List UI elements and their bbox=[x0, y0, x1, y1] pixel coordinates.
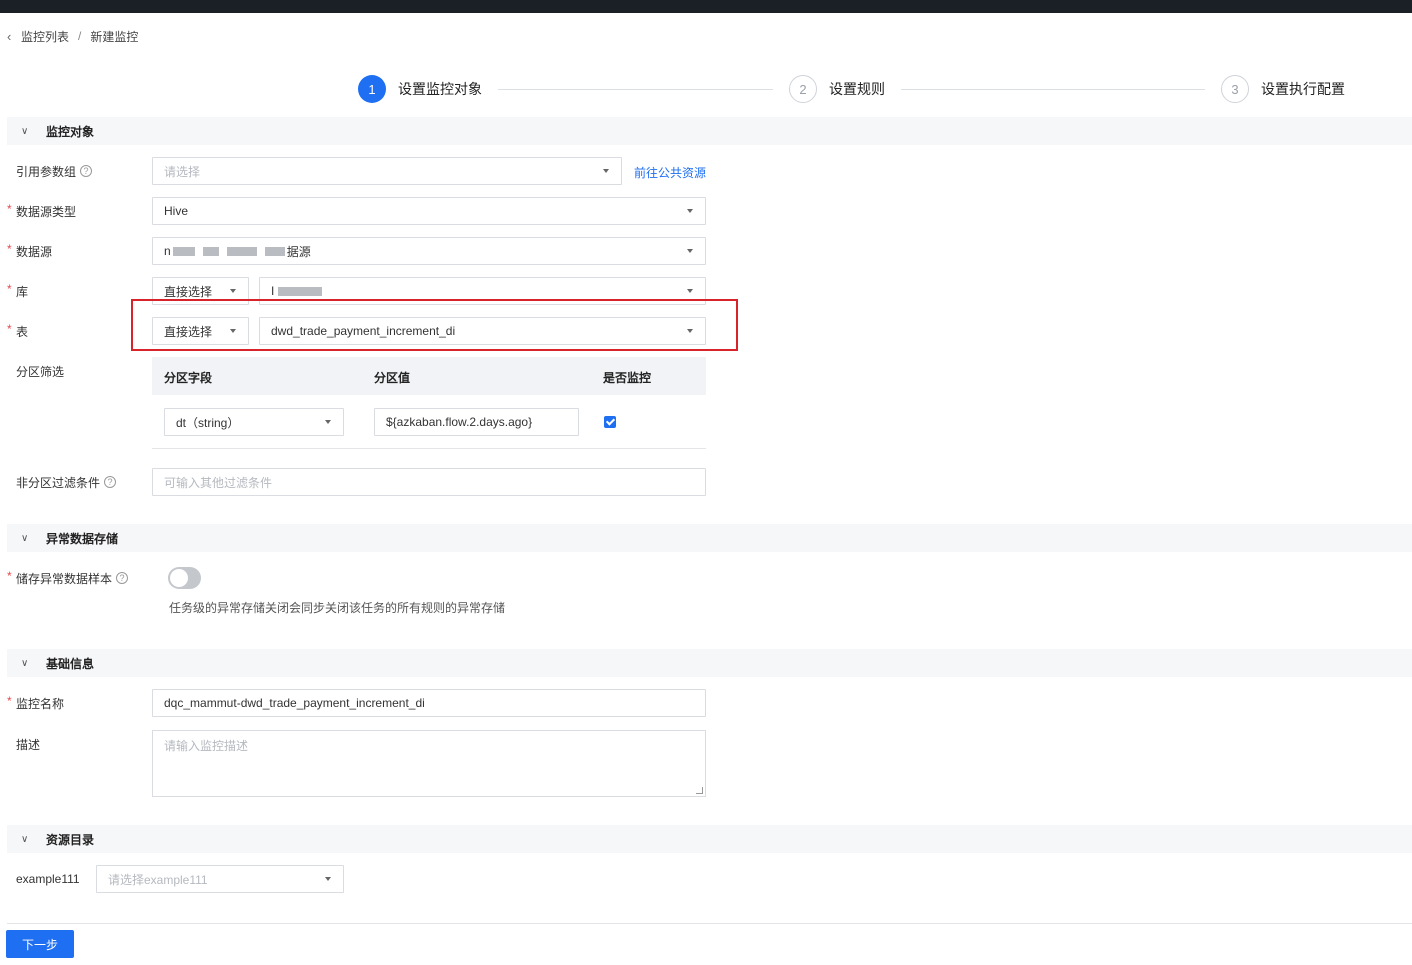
step-3-number: 3 bbox=[1221, 75, 1249, 103]
caret-down-icon bbox=[687, 249, 693, 253]
monitor-name-input[interactable]: dqc_mammut-dwd_trade_payment_increment_d… bbox=[152, 689, 706, 717]
step-2: 2 设置规则 bbox=[789, 74, 885, 104]
param-group-label: 引用参数组 ? bbox=[7, 157, 93, 185]
step-1: 1 设置监控对象 bbox=[358, 74, 482, 104]
step-connector bbox=[498, 89, 773, 90]
non-partition-filter-placeholder: 可输入其他过滤条件 bbox=[164, 475, 273, 490]
datasource-value-suffix: 据源 bbox=[286, 244, 311, 259]
breadcrumb-parent[interactable]: 监控列表 bbox=[21, 28, 69, 45]
redacted-text bbox=[202, 246, 219, 256]
caret-down-icon bbox=[687, 209, 693, 213]
partition-table-divider bbox=[152, 448, 706, 449]
catalog-select[interactable]: 请选择example111 bbox=[96, 865, 344, 893]
datasource-type-value: Hive bbox=[164, 204, 189, 218]
caret-down-icon bbox=[687, 289, 693, 293]
store-sample-label: * 储存异常数据样本 ? bbox=[7, 564, 129, 592]
goto-public-resources-link[interactable]: 前往公共资源 bbox=[634, 164, 706, 181]
redacted-text bbox=[278, 286, 323, 296]
step-3: 3 设置执行配置 bbox=[1221, 74, 1345, 104]
description-label: 描述 bbox=[16, 737, 41, 752]
partition-value-text: ${azkaban.flow.2.days.ago} bbox=[386, 415, 533, 429]
section-basic-info[interactable]: ∨ 基础信息 bbox=[7, 649, 1412, 677]
caret-down-icon bbox=[230, 289, 236, 293]
param-group-select[interactable]: 请选择 bbox=[152, 157, 622, 185]
redacted-text bbox=[264, 246, 285, 256]
datasource-type-label: * 数据源类型 bbox=[7, 202, 77, 219]
partition-value-input[interactable]: ${azkaban.flow.2.days.ago} bbox=[374, 408, 579, 436]
partition-field-select[interactable]: dt（string） bbox=[164, 408, 344, 436]
table-label: * 表 bbox=[7, 322, 29, 339]
database-mode-value: 直接选择 bbox=[164, 284, 213, 299]
database-value-prefix: I bbox=[271, 284, 275, 298]
redacted-text bbox=[226, 246, 257, 256]
section-title: 资源目录 bbox=[46, 832, 95, 847]
partition-table-header: 分区字段 分区值 是否监控 bbox=[152, 357, 706, 395]
step-3-label: 设置执行配置 bbox=[1261, 81, 1345, 97]
datasource-value-prefix: n bbox=[164, 244, 171, 258]
caret-down-icon bbox=[325, 420, 331, 424]
partition-field-value: dt（string） bbox=[176, 415, 240, 430]
step-connector bbox=[901, 89, 1205, 90]
catalog-label: example111 bbox=[16, 872, 80, 886]
step-2-label: 设置规则 bbox=[829, 81, 885, 97]
help-icon[interactable]: ? bbox=[116, 572, 129, 584]
chevron-down-icon[interactable]: ∨ bbox=[21, 126, 46, 137]
non-partition-filter-label: 非分区过滤条件 ? bbox=[7, 468, 117, 496]
partition-filter-label: 分区筛选 bbox=[16, 364, 65, 379]
datasource-select[interactable]: n 据源 bbox=[152, 237, 706, 265]
datasource-type-select[interactable]: Hive bbox=[152, 197, 706, 225]
breadcrumb-current: 新建监控 bbox=[90, 29, 139, 44]
section-resource-catalog[interactable]: ∨ 资源目录 bbox=[7, 825, 1412, 853]
breadcrumb-separator: / bbox=[78, 29, 82, 43]
monitor-name-label: * 监控名称 bbox=[7, 694, 65, 711]
help-icon[interactable]: ? bbox=[104, 476, 117, 488]
section-title: 监控对象 bbox=[46, 124, 95, 139]
monitor-checkbox[interactable] bbox=[604, 416, 616, 428]
header-partition-field: 分区字段 bbox=[164, 371, 213, 385]
breadcrumb: ‹ 监控列表 / 新建监控 bbox=[7, 27, 138, 45]
header-is-monitored: 是否监控 bbox=[603, 371, 652, 385]
non-partition-filter-input[interactable]: 可输入其他过滤条件 bbox=[152, 468, 706, 496]
chevron-down-icon[interactable]: ∨ bbox=[21, 658, 46, 669]
top-bar bbox=[0, 0, 1412, 13]
caret-down-icon bbox=[325, 877, 331, 881]
section-abnormal-storage[interactable]: ∨ 异常数据存储 bbox=[7, 524, 1412, 552]
datasource-label: * 数据源 bbox=[7, 242, 53, 259]
step-2-number: 2 bbox=[789, 75, 817, 103]
caret-down-icon bbox=[603, 169, 609, 173]
header-partition-value: 分区值 bbox=[374, 371, 411, 385]
description-textarea[interactable]: 请输入监控描述 bbox=[152, 730, 706, 797]
highlight-box bbox=[131, 299, 738, 351]
description-placeholder: 请输入监控描述 bbox=[164, 739, 249, 753]
step-1-label: 设置监控对象 bbox=[398, 81, 482, 97]
monitor-name-value: dqc_mammut-dwd_trade_payment_increment_d… bbox=[164, 696, 425, 710]
section-title: 异常数据存储 bbox=[46, 531, 119, 546]
next-step-button[interactable]: 下一步 bbox=[6, 930, 74, 958]
resize-handle-icon[interactable] bbox=[696, 787, 703, 794]
redacted-text bbox=[172, 246, 195, 256]
footer-divider bbox=[7, 923, 1412, 924]
chevron-down-icon[interactable]: ∨ bbox=[21, 834, 46, 845]
back-chevron-icon[interactable]: ‹ bbox=[7, 29, 21, 44]
step-indicator: 1 设置监控对象 2 设置规则 3 设置执行配置 bbox=[0, 74, 1412, 104]
store-sample-hint: 任务级的异常存储关闭会同步关闭该任务的所有规则的异常存储 bbox=[169, 601, 506, 615]
section-monitor-object[interactable]: ∨ 监控对象 bbox=[7, 117, 1412, 145]
catalog-placeholder: 请选择example111 bbox=[108, 872, 208, 887]
step-1-number: 1 bbox=[358, 75, 386, 103]
param-group-placeholder: 请选择 bbox=[164, 164, 201, 179]
chevron-down-icon[interactable]: ∨ bbox=[21, 533, 46, 544]
section-title: 基础信息 bbox=[46, 656, 95, 671]
database-label: * 库 bbox=[7, 282, 29, 299]
store-sample-toggle[interactable] bbox=[168, 567, 201, 589]
help-icon[interactable]: ? bbox=[80, 165, 93, 177]
toggle-knob bbox=[170, 569, 188, 587]
